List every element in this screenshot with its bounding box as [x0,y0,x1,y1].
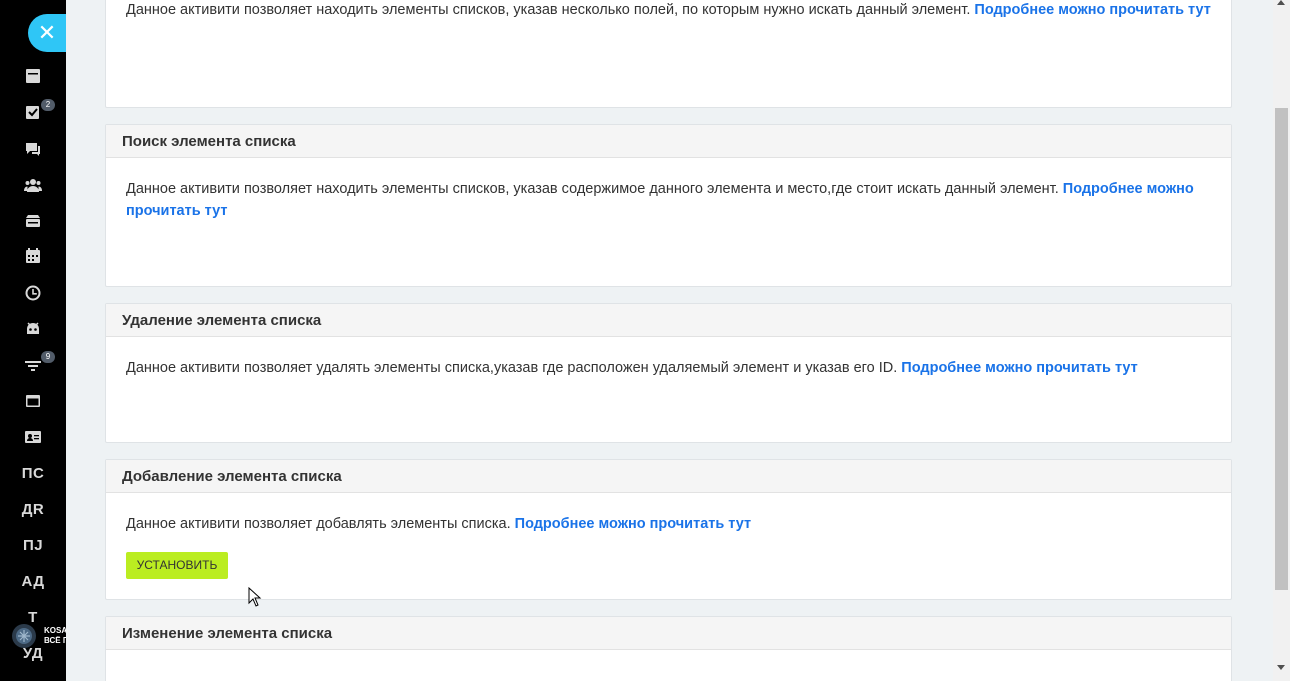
card-title: Добавление элемента списка [106,460,1231,493]
activity-card-add-list-element: Добавление элемента списка Данное активи… [105,459,1232,600]
groups-icon[interactable] [22,174,44,196]
page-scrollbar[interactable] [1273,0,1290,681]
activity-card-find-list-element: Поиск элемента списка Данное активити по… [105,124,1232,287]
card-description: Данное активити позволяет находить элеме… [126,178,1211,222]
card-description-text: Данное активити позволяет добавлять элем… [126,516,511,532]
news-icon[interactable] [22,65,44,87]
scroll-thumb[interactable] [1275,108,1288,590]
filter-badge: 9 [41,351,55,363]
close-icon[interactable]: ✕ [28,14,66,52]
company-name-line-1: KOSA [44,626,66,635]
main-content: Данное активити позволяет находить элеме… [66,0,1273,681]
card-description: Данное активити позволяет находить элеме… [126,0,1211,21]
activity-card-edit-list-element: Изменение элемента списка [105,616,1232,681]
card-title: Изменение элемента списка [106,617,1231,650]
sidebar-item-t[interactable]: Т [0,609,66,626]
left-sidebar: ✕ 2 9 ПС ДR ПJ АД Т УД KOSA ВСЁ П [0,0,66,681]
clock-icon[interactable] [22,282,44,304]
card-description-text: Данное активити позволяет удалять элемен… [126,360,898,376]
chat-icon[interactable] [22,138,44,160]
right-edge [1290,0,1301,681]
sidebar-item-ps[interactable]: ПС [0,465,66,482]
scroll-down-icon[interactable] [1277,665,1285,670]
contact-card-icon[interactable] [22,426,44,448]
card-description: Данное активити позволяет удалять элемен… [126,357,1211,379]
card-title: Удаление элемента списка [106,304,1231,337]
mouse-cursor-icon [248,587,262,607]
tasks-badge: 2 [41,99,55,111]
company-logo-icon[interactable] [12,624,36,648]
sidebar-item-pj[interactable]: ПJ [0,537,66,554]
card-description: Данное активити позволяет добавлять элем… [126,513,1211,535]
install-button[interactable]: УСТАНОВИТЬ [126,552,228,579]
activity-card-multi-field-search: Данное активити позволяет находить элеме… [105,0,1232,108]
drive-icon[interactable] [22,210,44,232]
sidebar-item-ud[interactable]: УД [0,645,66,662]
card-description-text: Данное активити позволяет находить элеме… [126,2,971,18]
card-more-link[interactable]: Подробнее можно прочитать тут [901,360,1137,376]
card-description-text: Данное активити позволяет находить элеме… [126,181,1059,197]
company-name-line-2: ВСЁ П [44,636,66,645]
card-more-link[interactable]: Подробнее можно прочитать тут [515,516,751,532]
robot-icon[interactable] [22,318,44,340]
card-more-link[interactable]: Подробнее можно прочитать тут [974,2,1210,18]
scroll-up-icon[interactable] [1277,0,1285,5]
sidebar-item-ad[interactable]: АД [0,573,66,590]
card-title: Поиск элемента списка [106,125,1231,158]
window-icon[interactable] [22,390,44,412]
calendar-icon[interactable] [22,245,44,267]
company-name: KOSA ВСЁ П [44,626,66,646]
activity-card-delete-list-element: Удаление элемента списка Данное активити… [105,303,1232,443]
sidebar-item-dr[interactable]: ДR [0,501,66,518]
